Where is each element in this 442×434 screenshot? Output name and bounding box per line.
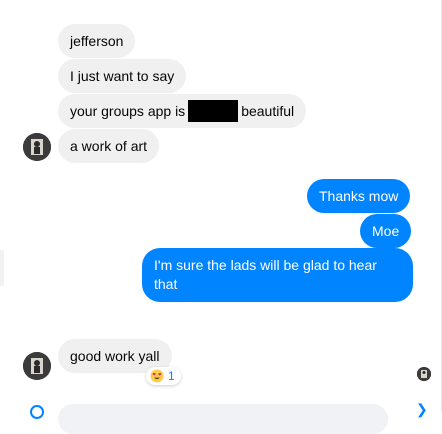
send-icon[interactable]: ❯ — [416, 402, 428, 416]
message-bubble-incoming[interactable]: jefferson — [58, 24, 136, 58]
message-input[interactable] — [58, 404, 388, 434]
message-text: Moe — [372, 223, 400, 239]
message-text: I'm sure the lads will be glad to hear t… — [154, 257, 377, 292]
message-text: jefferson — [70, 33, 124, 49]
message-text: Thanks mow — [319, 188, 399, 204]
message-bubble-incoming[interactable]: your groups app is beautiful — [58, 94, 307, 128]
chat-thread: jefferson I just want to say your groups… — [0, 0, 442, 434]
message-bubble-outgoing[interactable]: I'm sure the lads will be glad to hear t… — [142, 248, 413, 302]
message-bubble-incoming[interactable]: I just want to say — [58, 59, 187, 93]
read-receipt-avatar — [417, 367, 431, 381]
message-bubble-outgoing[interactable]: Thanks mow — [307, 179, 411, 213]
sender-avatar[interactable] — [23, 352, 51, 380]
reaction-count: 1 — [168, 369, 175, 383]
message-text: beautiful — [241, 103, 295, 119]
message-reaction[interactable]: 1 — [146, 367, 181, 385]
message-bubble-incoming[interactable]: a work of art — [58, 129, 160, 163]
scrollbar-track[interactable] — [0, 250, 4, 286]
avatar-icon — [23, 133, 51, 161]
message-text: I just want to say — [70, 68, 175, 84]
message-text: your groups app is — [70, 103, 186, 119]
heart-eyes-emoji-icon — [150, 369, 164, 383]
read-receipt-avatar-icon — [417, 367, 431, 381]
message-bubble-outgoing[interactable]: Moe — [360, 214, 412, 248]
message-text: good work yall — [70, 348, 160, 364]
message-text: a work of art — [70, 138, 148, 154]
emoji-icon[interactable] — [30, 405, 44, 419]
redaction-box — [188, 99, 239, 122]
avatar-icon — [23, 352, 51, 380]
sender-avatar[interactable] — [23, 133, 51, 161]
